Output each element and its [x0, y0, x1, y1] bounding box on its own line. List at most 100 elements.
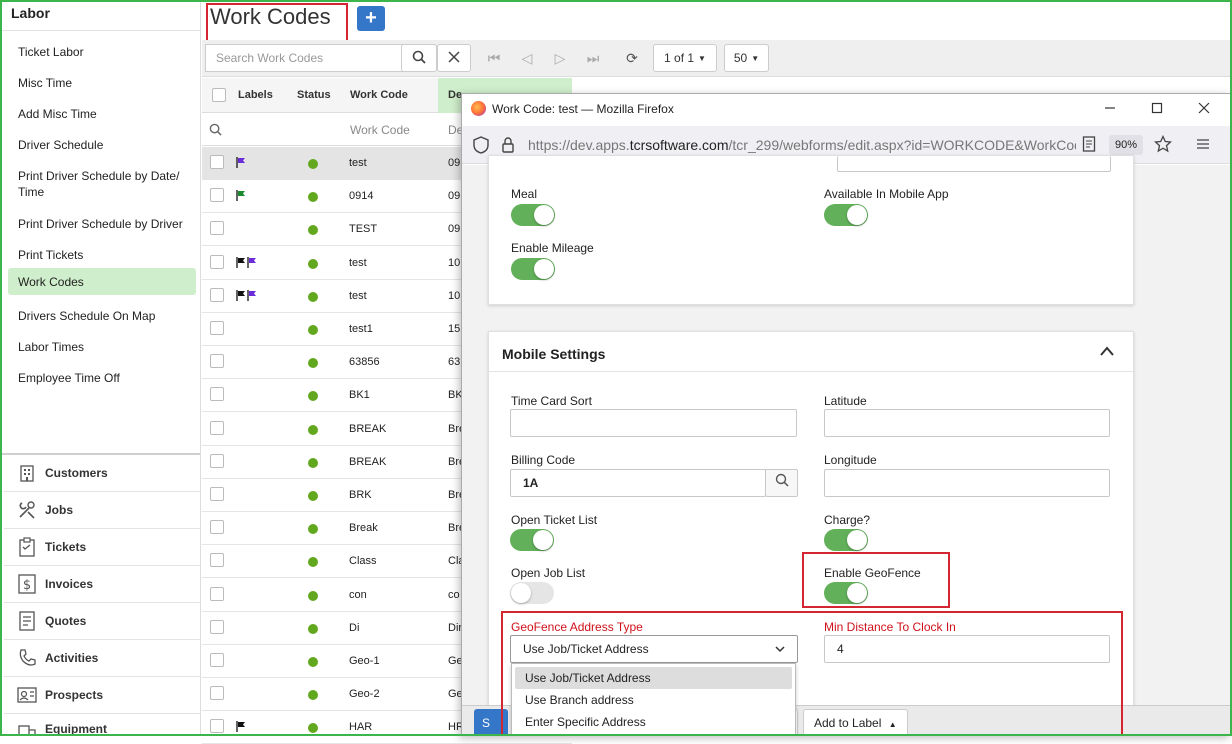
billing-code-lookup-button[interactable] [765, 469, 798, 497]
longitude-input[interactable] [824, 469, 1110, 497]
row-checkbox[interactable] [210, 719, 224, 733]
flag-icon [236, 257, 246, 271]
row-checkbox[interactable] [210, 255, 224, 269]
open-ticket-list-toggle[interactable] [510, 529, 554, 551]
last-page-button[interactable]: ⏭ [582, 46, 604, 70]
shield-icon[interactable] [473, 136, 489, 157]
module-invoices[interactable]: $ Invoices [4, 566, 200, 603]
sidebar-item-add-misc-time[interactable]: Add Misc Time [8, 102, 196, 126]
open-job-list-label: Open Job List [511, 566, 586, 580]
module-label: Jobs [45, 503, 74, 517]
enable-mileage-toggle[interactable] [511, 258, 555, 280]
status-dot [308, 491, 318, 501]
status-dot [308, 225, 318, 235]
module-activities[interactable]: Activities [4, 640, 200, 677]
clipboard-icon [16, 536, 38, 558]
meal-toggle[interactable] [511, 204, 555, 226]
prev-page-button[interactable]: ◁ [516, 46, 538, 70]
row-work-code: HAR [349, 721, 373, 733]
sidebar-item-print-driver-schedule-date[interactable]: Print Driver Schedule by Date/ Time [8, 164, 196, 204]
row-checkbox[interactable] [210, 387, 224, 401]
close-window-button[interactable] [1192, 98, 1216, 120]
upper-input-remnant[interactable] [837, 156, 1111, 172]
row-checkbox[interactable] [210, 155, 224, 169]
latitude-input[interactable] [824, 409, 1110, 437]
module-customers[interactable]: Customers [4, 455, 200, 492]
row-description: 15 [448, 323, 461, 335]
row-checkbox[interactable] [210, 587, 224, 601]
search-input[interactable] [205, 44, 403, 72]
sidebar-item-labor-times[interactable]: Labor Times [8, 335, 196, 359]
sidebar-item-drivers-schedule-map[interactable]: Drivers Schedule On Map [8, 304, 196, 328]
header-status[interactable]: Status [297, 89, 331, 101]
row-checkbox[interactable] [210, 221, 224, 235]
search-button[interactable] [401, 44, 437, 72]
row-checkbox[interactable] [210, 653, 224, 667]
module-label: Prospects [45, 688, 104, 702]
row-checkbox[interactable] [210, 188, 224, 202]
sidebar-item-print-tickets[interactable]: Print Tickets [8, 243, 196, 267]
grid-toolbar: ⏮ ◁ ▷ ⏭ ⟳ 1 of 1 ▼ 50 ▼ [202, 40, 1230, 77]
minimize-button[interactable] [1098, 98, 1122, 120]
url-path: /tcr_299/webforms/edit.aspx?id=WORKCODE&… [728, 137, 1076, 153]
url-text[interactable]: https://dev.apps.tcrsoftware.com/tcr_299… [528, 137, 1076, 153]
row-checkbox[interactable] [210, 354, 224, 368]
header-labels[interactable]: Labels [238, 89, 273, 101]
filter-work-code[interactable]: Work Code [350, 123, 410, 137]
menu-button[interactable] [1193, 135, 1213, 155]
page-size-selector[interactable]: 50 ▼ [724, 44, 769, 72]
row-checkbox[interactable] [210, 288, 224, 302]
next-page-button[interactable]: ▷ [549, 46, 571, 70]
page-selector[interactable]: 1 of 1 ▼ [653, 44, 717, 72]
url-domain: tcrsoftware.com [629, 137, 729, 153]
sidebar-item-misc-time[interactable]: Misc Time [8, 71, 196, 95]
row-checkbox[interactable] [210, 520, 224, 534]
clear-search-button[interactable] [437, 44, 471, 72]
sidebar-item-print-driver-schedule-driver[interactable]: Print Driver Schedule by Driver [8, 212, 196, 236]
time-card-sort-input[interactable] [510, 409, 797, 437]
row-work-code: test [349, 257, 367, 269]
row-checkbox[interactable] [210, 553, 224, 567]
row-checkbox[interactable] [210, 454, 224, 468]
row-checkbox[interactable] [210, 620, 224, 634]
row-labels [236, 157, 246, 171]
charge-toggle[interactable] [824, 529, 868, 551]
status-dot [308, 425, 318, 435]
charge-label: Charge? [824, 513, 871, 527]
reader-view-button[interactable] [1079, 135, 1099, 155]
lock-icon[interactable] [501, 136, 515, 157]
page-title: Work Codes [210, 4, 331, 29]
geofence-highlight-box [802, 552, 950, 608]
select-all-checkbox[interactable] [212, 88, 226, 102]
mobile-settings-header[interactable]: Mobile Settings [489, 332, 1133, 372]
bookmark-button[interactable] [1153, 134, 1173, 155]
module-quotes[interactable]: Quotes [4, 603, 200, 640]
module-equipment[interactable]: Equipment [4, 714, 200, 736]
open-job-list-toggle[interactable] [510, 582, 554, 604]
available-mobile-toggle[interactable] [824, 204, 868, 226]
refresh-button[interactable]: ⟳ [621, 46, 643, 70]
header-work-code[interactable]: Work Code [350, 89, 408, 101]
sidebar-item-driver-schedule[interactable]: Driver Schedule [8, 133, 196, 157]
window-titlebar: Work Code: test — Mozilla Firefox [462, 94, 1230, 126]
flag-icon [236, 290, 246, 304]
longitude-label: Longitude [824, 453, 877, 467]
maximize-button[interactable] [1145, 98, 1169, 120]
module-tickets[interactable]: Tickets [4, 529, 200, 566]
module-prospects[interactable]: Prospects [4, 677, 200, 714]
row-checkbox[interactable] [210, 321, 224, 335]
zoom-level[interactable]: 90% [1109, 135, 1144, 155]
sidebar-item-work-codes[interactable]: Work Codes [8, 268, 196, 295]
row-checkbox[interactable] [210, 487, 224, 501]
toggle-knob [534, 259, 554, 279]
sidebar-item-employee-time-off[interactable]: Employee Time Off [8, 366, 196, 390]
sidebar-item-ticket-labor[interactable]: Ticket Labor [8, 40, 196, 64]
row-checkbox[interactable] [210, 686, 224, 700]
billing-code-input[interactable]: 1A [510, 469, 766, 497]
add-work-code-button[interactable]: + [357, 6, 385, 31]
chevron-up-icon[interactable] [1099, 345, 1115, 360]
toggle-knob [511, 583, 531, 603]
module-jobs[interactable]: Jobs [4, 492, 200, 529]
row-checkbox[interactable] [210, 421, 224, 435]
first-page-button[interactable]: ⏮ [483, 46, 505, 70]
